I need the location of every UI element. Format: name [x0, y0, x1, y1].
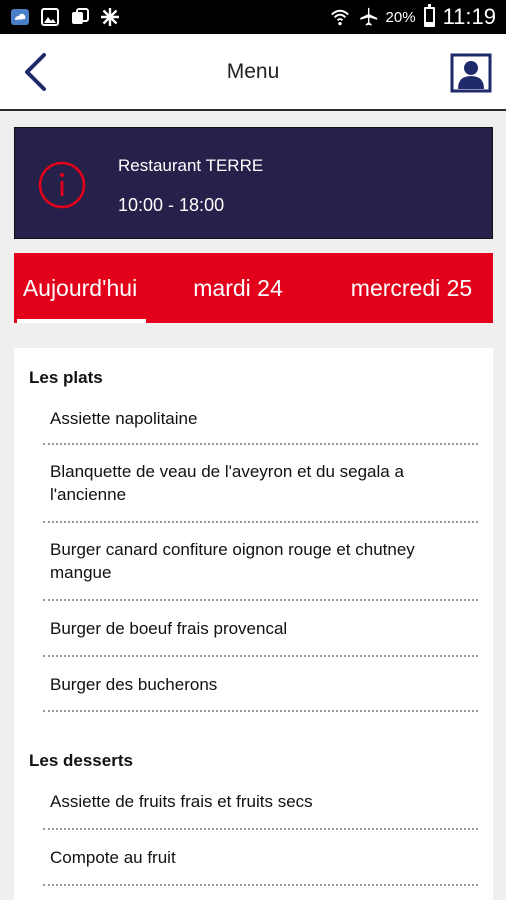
- menu-list: Les plats Assiette napolitaine Blanquett…: [14, 348, 493, 900]
- info-icon[interactable]: [37, 160, 87, 210]
- list-item[interactable]: Blanquette de veau de l'aveyron et du se…: [43, 445, 478, 523]
- section-title-plats: Les plats: [29, 368, 103, 387]
- battery-icon: [423, 4, 435, 27]
- profile-button[interactable]: [450, 53, 492, 93]
- person-icon: [450, 53, 492, 93]
- weather-icon: [10, 7, 30, 27]
- list-item[interactable]: Assiette de fruits frais et fruits secs: [43, 775, 478, 830]
- app-bar: Menu: [0, 34, 506, 111]
- notification-icons: [10, 7, 120, 27]
- page-title: Menu: [226, 60, 280, 83]
- battery-level-fill: [425, 21, 433, 25]
- image-icon: [40, 7, 60, 27]
- list-item[interactable]: Burger de boeuf frais provencal: [43, 601, 478, 657]
- airplane-icon: [358, 7, 378, 27]
- sparkle-icon: [100, 7, 120, 27]
- list-item[interactable]: Assiette napolitaine: [43, 392, 478, 445]
- tab-mardi-24[interactable]: mardi 24: [146, 253, 330, 323]
- section-title-desserts: Les desserts: [29, 751, 133, 770]
- list-item[interactable]: Compote au fruit: [43, 830, 478, 886]
- list-item[interactable]: Burger canard confiture oignon rouge et …: [43, 523, 478, 601]
- tab-today[interactable]: Aujourd'hui: [14, 253, 146, 323]
- day-tabs: Aujourd'hui mardi 24 mercredi 25: [14, 253, 493, 323]
- app-icon: [70, 7, 90, 27]
- restaurant-hours: 10:00 - 18:00: [118, 195, 225, 215]
- clock: 11:19: [442, 4, 496, 29]
- restaurant-name: Restaurant TERRE: [118, 156, 264, 175]
- wifi-icon: [330, 7, 350, 27]
- restaurant-banner: Restaurant TERRE 10:00 - 18:00: [14, 127, 493, 239]
- battery-percent: 20%: [385, 8, 416, 26]
- status-bar: 20% 11:19: [0, 0, 506, 34]
- list-item[interactable]: Burger des bucherons: [43, 657, 478, 712]
- tab-mercredi-25[interactable]: mercredi 25: [330, 253, 493, 323]
